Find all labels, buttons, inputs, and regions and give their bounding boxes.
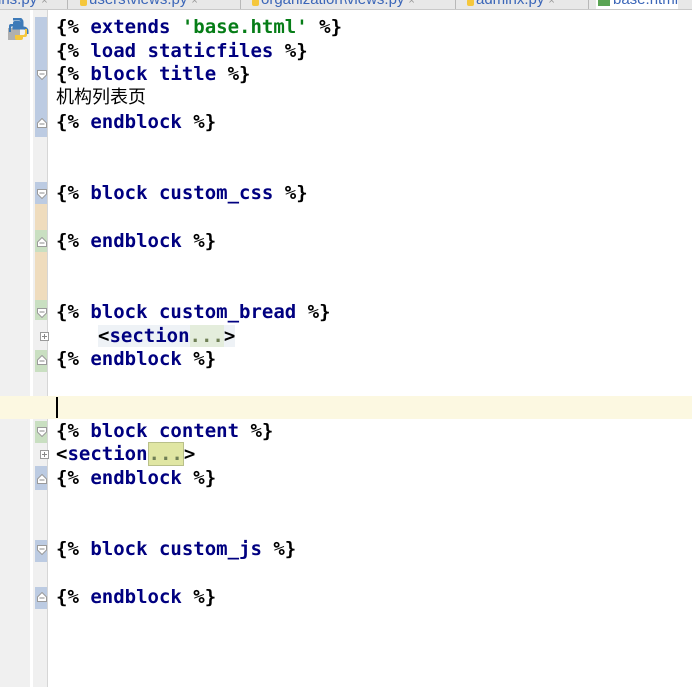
tab-close-icon[interactable]: ×: [191, 0, 197, 7]
code-line[interactable]: {% block custom_css %}: [56, 181, 308, 205]
code-line[interactable]: {% extends 'base.html' %}: [56, 15, 342, 39]
fold-close-icon[interactable]: [37, 118, 47, 128]
fold-expand-icon[interactable]: [40, 450, 49, 459]
code-line[interactable]: {% endblock %}: [56, 347, 216, 371]
fold-open-icon[interactable]: [37, 427, 47, 437]
code-line[interactable]: {% endblock %}: [56, 110, 216, 134]
fold-close-icon[interactable]: [37, 237, 47, 247]
tab-close-icon[interactable]: ×: [41, 0, 47, 7]
tab-close-icon[interactable]: ×: [408, 0, 414, 7]
code-line[interactable]: {% load staticfiles %}: [56, 39, 308, 63]
tab-organization-views[interactable]: organization\views.py×: [244, 0, 415, 9]
tab-adminx[interactable]: adminx.py×: [459, 0, 555, 9]
html-file-icon: [598, 0, 610, 6]
code-line[interactable]: {% block custom_bread %}: [56, 300, 331, 324]
fold-open-icon[interactable]: [37, 70, 47, 80]
fold-close-icon[interactable]: [37, 592, 47, 602]
tab-users-views[interactable]: users\views.py×: [72, 0, 198, 9]
current-line-highlight: [0, 396, 692, 419]
python-file-icon: [8, 18, 29, 40]
editor-tab-bar: ins.py× users\views.py× organization\vie…: [0, 0, 692, 10]
fold-open-icon[interactable]: [37, 308, 47, 318]
code-line[interactable]: {% endblock %}: [56, 466, 216, 490]
fold-expand-icon[interactable]: [40, 332, 49, 341]
tab-ins-py[interactable]: ins.py×: [0, 0, 48, 9]
vcs-changed-marker: [35, 204, 47, 230]
code-line[interactable]: <section...>: [98, 324, 236, 348]
python-file-icon: [467, 0, 474, 6]
tab-base-html[interactable]: base.html: [596, 0, 679, 9]
code-line[interactable]: {% block custom_js %}: [56, 537, 296, 561]
fold-open-icon[interactable]: [37, 545, 47, 555]
fold-close-icon[interactable]: [37, 355, 47, 365]
code-line[interactable]: 机构列表页: [56, 86, 146, 110]
code-line[interactable]: <section...>: [56, 442, 195, 466]
python-file-icon: [80, 0, 87, 6]
folded-region-placeholder[interactable]: ...: [189, 325, 224, 347]
code-line[interactable]: {% block title %}: [56, 62, 251, 86]
text-caret: [56, 397, 58, 418]
fold-open-icon[interactable]: [37, 189, 47, 199]
tool-strip: [0, 10, 30, 687]
fold-close-icon[interactable]: [37, 474, 47, 484]
vcs-changed-marker: [35, 252, 47, 300]
code-line[interactable]: {% endblock %}: [56, 229, 216, 253]
code-line[interactable]: {% block content %}: [56, 419, 273, 443]
code-line[interactable]: {% endblock %}: [56, 585, 216, 609]
python-file-icon: [252, 0, 259, 6]
tab-close-icon[interactable]: ×: [548, 0, 554, 7]
folded-region-placeholder[interactable]: ...: [147, 442, 184, 466]
